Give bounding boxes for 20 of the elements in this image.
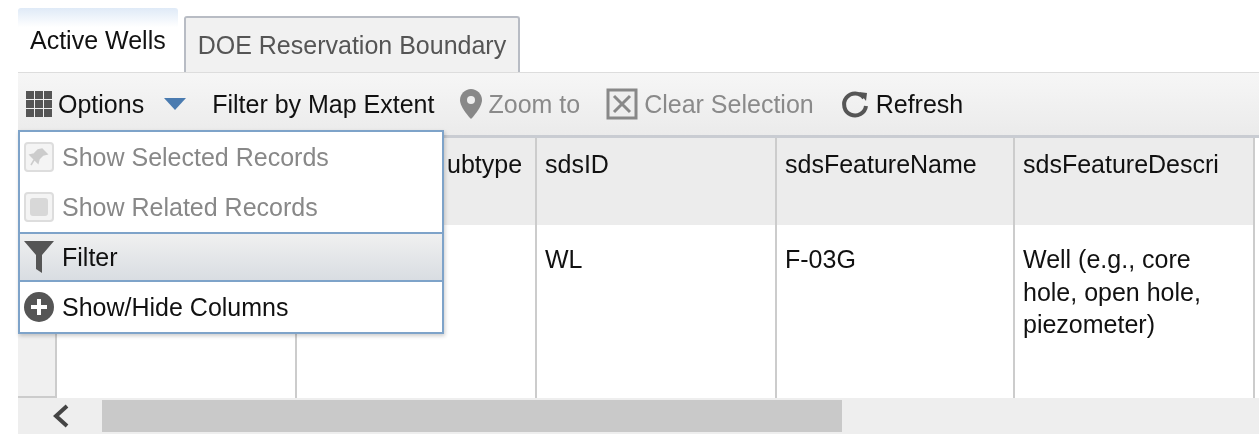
- menu-item[interactable]: Filter: [20, 232, 442, 282]
- toolbar-button[interactable]: Filter by Map Extent: [212, 89, 435, 119]
- square-icon: [24, 192, 54, 222]
- column-header[interactable]: sdsFeatureName: [777, 138, 1015, 225]
- options-button[interactable]: Options: [26, 89, 187, 119]
- pin-icon: [24, 142, 54, 172]
- caret-icon: [164, 98, 187, 110]
- scrollbar-thumb[interactable]: [102, 400, 842, 432]
- column-header[interactable]: sdsID: [537, 138, 777, 225]
- tab[interactable]: DOE Reservation Boundary: [183, 16, 521, 72]
- menu-item[interactable]: Show/Hide Columns: [20, 282, 442, 332]
- plus-circle-icon: [24, 292, 54, 322]
- horizontal-scrollbar[interactable]: [18, 398, 1259, 434]
- column-header[interactable]: sdsFeatureDescri: [1015, 138, 1255, 225]
- map-pin-icon: [460, 89, 483, 119]
- close-icon: [606, 88, 639, 120]
- refresh-icon: [839, 89, 870, 119]
- grid-icon: [26, 91, 52, 117]
- toolbar-button[interactable]: Refresh: [839, 89, 964, 119]
- funnel-icon: [24, 241, 54, 273]
